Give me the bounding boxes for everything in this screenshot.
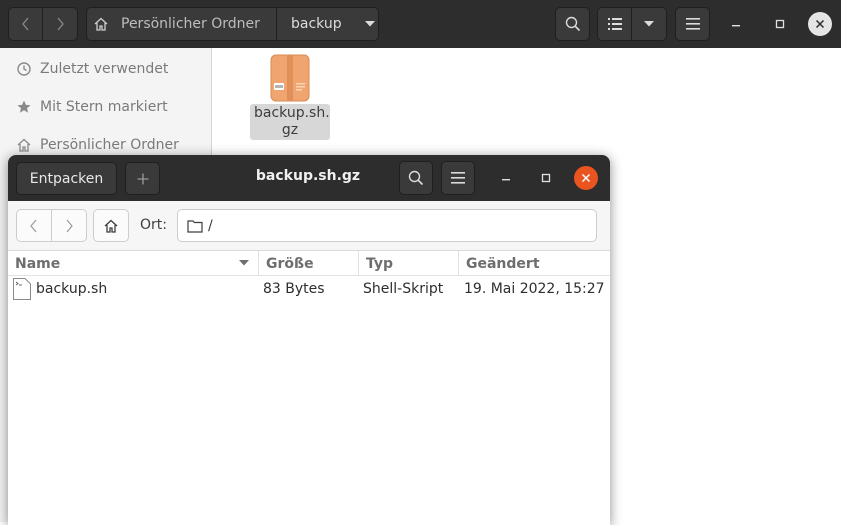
maximize-icon [775, 19, 785, 29]
location-path-field[interactable]: / [177, 209, 597, 242]
minimize-button[interactable] [724, 12, 748, 36]
folder-icon [187, 219, 203, 233]
file-item-label: backup.sh. gz [250, 104, 330, 140]
caret-down-icon [644, 21, 654, 27]
archive-manager-window: Entpacken backup.sh.gz Ort: / Name Größe… [8, 155, 610, 525]
cell-name: backup.sh [12, 276, 107, 302]
sidebar-item-starred[interactable]: Mit Stern markiert [16, 99, 168, 115]
column-header-label: Größe [266, 255, 314, 272]
search-button[interactable] [399, 161, 433, 195]
close-icon [815, 19, 825, 29]
table-row[interactable]: backup.sh 83 Bytes Shell-Skript 19. Mai … [8, 276, 610, 302]
window-title: backup.sh.gz [255, 168, 361, 184]
sidebar-item-label: Zuletzt verwendet [40, 61, 169, 77]
chevron-right-icon [57, 17, 64, 31]
extract-button[interactable]: Entpacken [16, 162, 117, 195]
maximize-button[interactable] [534, 166, 558, 190]
path-home-segment[interactable]: Persönlicher Ordner [87, 8, 277, 40]
hamburger-menu-icon [685, 18, 700, 30]
location-bar: Ort: / [8, 201, 610, 251]
back-button[interactable] [16, 209, 52, 242]
column-header-modified[interactable]: Geändert [458, 251, 610, 276]
clock-icon [17, 62, 31, 76]
forward-button[interactable] [43, 7, 78, 41]
cell-modified: 19. Mai 2022, 15:27 [464, 281, 605, 297]
forward-button[interactable] [51, 209, 87, 242]
minimize-button[interactable] [494, 166, 518, 190]
file-manager-headerbar: Persönlicher Ordner backup [0, 0, 841, 48]
archive-manager-headerbar: Entpacken backup.sh.gz [8, 155, 610, 201]
minimize-icon [502, 179, 510, 181]
close-icon [581, 173, 591, 183]
maximize-button[interactable] [768, 12, 792, 36]
chevron-left-icon [30, 219, 37, 232]
view-options-button[interactable] [632, 7, 667, 41]
add-files-button[interactable] [125, 162, 160, 195]
column-header-size[interactable]: Größe [258, 251, 358, 276]
column-header-label: Geändert [466, 255, 540, 272]
search-icon [408, 170, 424, 186]
main-menu-button[interactable] [441, 161, 475, 195]
close-button[interactable] [808, 12, 832, 36]
sidebar-item-home[interactable]: Persönlicher Ordner [16, 137, 179, 153]
minimize-icon [732, 25, 740, 27]
home-button[interactable] [93, 209, 129, 242]
table-header: Name Größe Typ Geändert [8, 251, 610, 276]
home-icon [17, 138, 31, 152]
home-icon [94, 17, 108, 31]
archive-package-icon [270, 54, 310, 102]
path-current-segment[interactable]: backup [277, 8, 378, 40]
column-header-label: Typ [366, 255, 394, 272]
chevron-left-icon [21, 17, 28, 31]
plus-icon [137, 173, 148, 184]
back-button[interactable] [8, 7, 43, 41]
list-view-icon [607, 18, 622, 30]
column-header-type[interactable]: Typ [358, 251, 458, 276]
home-icon [104, 219, 118, 233]
sidebar-item-recent[interactable]: Zuletzt verwendet [16, 61, 168, 77]
path-home-label: Persönlicher Ordner [121, 16, 260, 32]
column-header-label: Name [15, 255, 61, 272]
path-bar: Persönlicher Ordner backup [86, 7, 379, 41]
sort-descending-icon [239, 260, 249, 266]
search-icon [565, 16, 580, 32]
cell-name-text: backup.sh [36, 281, 108, 297]
sidebar-item-label: Persönlicher Ordner [40, 137, 179, 153]
view-list-button[interactable] [597, 7, 632, 41]
hamburger-menu-icon [451, 172, 465, 184]
chevron-right-icon [66, 219, 73, 232]
location-path-text: / [208, 217, 213, 234]
caret-down-icon [364, 21, 375, 27]
column-header-name[interactable]: Name [8, 251, 258, 276]
path-current-label: backup [291, 16, 342, 32]
star-icon [17, 100, 31, 113]
cell-type: Shell-Skript [363, 281, 444, 297]
close-button[interactable] [574, 166, 598, 190]
maximize-icon [541, 173, 551, 183]
main-menu-button[interactable] [675, 7, 710, 41]
location-label: Ort: [140, 217, 167, 233]
file-item-backup-archive[interactable]: backup.sh. gz [250, 54, 330, 140]
search-button[interactable] [555, 7, 590, 41]
archive-file-list: Name Größe Typ Geändert backup.sh 83 Byt… [8, 251, 610, 525]
sidebar-item-label: Mit Stern markiert [40, 99, 168, 115]
cell-size: 83 Bytes [263, 281, 325, 297]
script-file-icon [13, 278, 31, 300]
